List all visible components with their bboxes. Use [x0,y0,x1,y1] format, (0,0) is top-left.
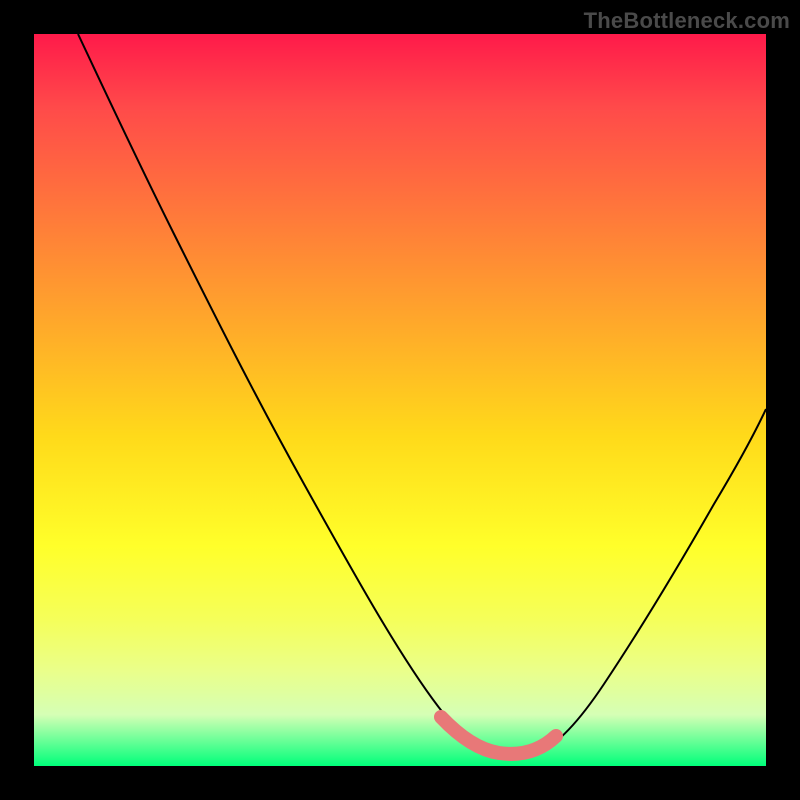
watermark-text: TheBottleneck.com [584,8,790,34]
chart-svg [34,34,766,766]
optimal-range-marker [441,717,556,754]
plot-gradient-area [34,34,766,766]
bottleneck-curve [78,34,766,755]
chart-container: TheBottleneck.com [0,0,800,800]
